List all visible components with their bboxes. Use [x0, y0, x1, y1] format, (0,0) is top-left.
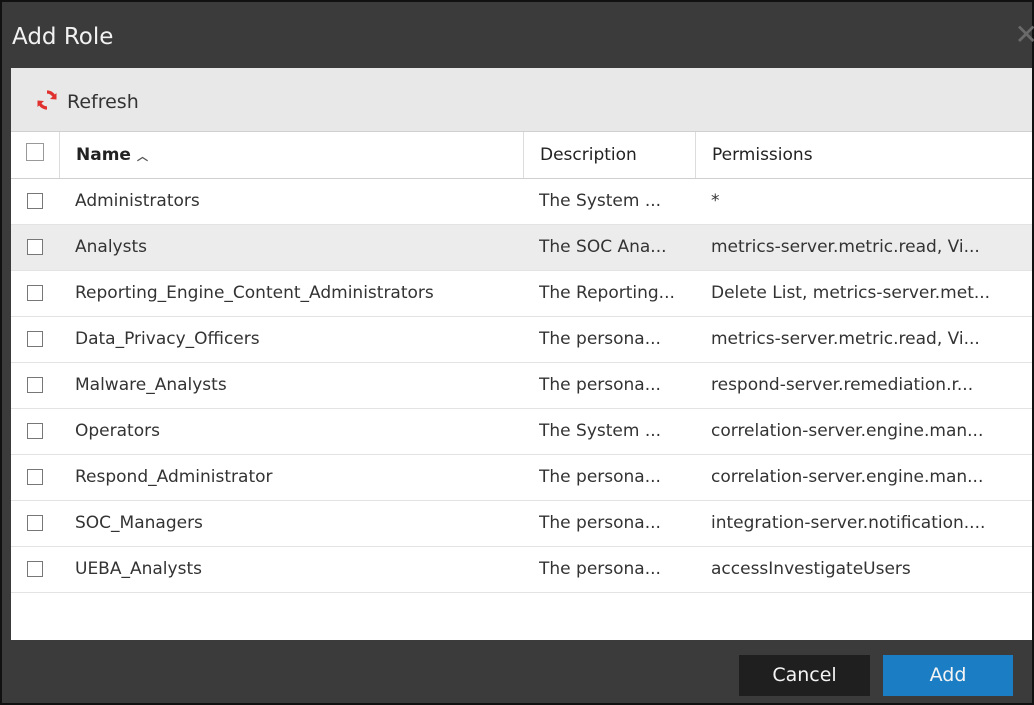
role-description: The System ...	[539, 421, 662, 441]
add-button[interactable]: Add	[883, 655, 1013, 696]
column-header-permissions[interactable]: Permissions	[695, 132, 1032, 178]
role-name: Operators	[75, 421, 160, 441]
table-row[interactable]: UEBA_Analysts The persona... accessInvesti…	[11, 547, 1032, 593]
role-permissions: correlation-server.engine.man...	[711, 421, 984, 441]
role-name: Data_Privacy_Officers	[75, 329, 260, 349]
row-checkbox[interactable]	[27, 377, 43, 393]
add-role-dialog: Add Role ✕ Refresh Name ︿ Description Pe…	[0, 0, 1034, 705]
role-name: Malware_Analysts	[75, 375, 227, 395]
role-description: The persona...	[539, 329, 661, 349]
role-name: Analysts	[75, 237, 147, 257]
role-name: UEBA_Analysts	[75, 559, 202, 579]
role-description: The persona...	[539, 467, 661, 487]
role-permissions: accessInvestigateUsers	[711, 559, 911, 579]
role-description: The SOC Ana...	[539, 237, 667, 257]
dialog-titlebar: Add Role ✕	[2, 2, 1034, 68]
role-permissions: metrics-server.metric.read, Vi...	[711, 329, 980, 349]
row-checkbox[interactable]	[27, 193, 43, 209]
column-header-description[interactable]: Description	[523, 132, 695, 178]
table-row[interactable]: Administrators The System ... *	[11, 179, 1032, 225]
role-permissions: Delete List, metrics-server.met...	[711, 283, 991, 303]
close-icon[interactable]: ✕	[1015, 18, 1034, 51]
role-name: Respond_Administrator	[75, 467, 273, 487]
refresh-icon	[35, 88, 59, 116]
sort-ascending-icon: ︿	[136, 150, 148, 163]
row-checkbox[interactable]	[27, 561, 43, 577]
row-checkbox[interactable]	[27, 423, 43, 439]
select-all-checkbox[interactable]	[26, 143, 44, 161]
role-name: Administrators	[75, 191, 200, 211]
role-name: Reporting_Engine_Content_Administrators	[75, 283, 434, 303]
role-description: The persona...	[539, 559, 661, 579]
table-body: Administrators The System ... * Analysts The…	[11, 179, 1032, 593]
dialog-title: Add Role	[12, 24, 114, 50]
table-row[interactable]: Malware_Analysts The persona... respond-se…	[11, 363, 1032, 409]
refresh-button[interactable]: Refresh	[35, 88, 139, 116]
roles-table: Name ︿ Description Permissions Administra…	[11, 132, 1032, 593]
cancel-button[interactable]: Cancel	[739, 655, 870, 696]
table-row[interactable]: Data_Privacy_Officers The persona... metri…	[11, 317, 1032, 363]
row-checkbox[interactable]	[27, 285, 43, 301]
dialog-footer: Cancel Add	[2, 640, 1032, 703]
role-permissions: respond-server.remediation.r...	[711, 375, 974, 395]
refresh-label: Refresh	[67, 91, 139, 113]
row-checkbox[interactable]	[27, 331, 43, 347]
column-header-name[interactable]: Name ︿	[59, 132, 523, 178]
role-description: The persona...	[539, 375, 661, 395]
table-row[interactable]: Respond_Administrator The persona... corre…	[11, 455, 1032, 501]
table-row[interactable]: Operators The System ... correlation-serve…	[11, 409, 1032, 455]
table-row[interactable]: SOC_Managers The persona... integration-se…	[11, 501, 1032, 547]
role-permissions: correlation-server.engine.man...	[711, 467, 984, 487]
row-checkbox[interactable]	[27, 515, 43, 531]
dialog-body: Refresh Name ︿ Description Permissions Ad…	[11, 68, 1032, 640]
role-permissions: metrics-server.metric.read, Vi...	[711, 237, 980, 257]
role-description: The System ...	[539, 191, 662, 211]
role-name: SOC_Managers	[75, 513, 203, 533]
role-description: The persona...	[539, 513, 661, 533]
table-header: Name ︿ Description Permissions	[11, 132, 1032, 179]
row-checkbox[interactable]	[27, 239, 43, 255]
toolbar: Refresh	[11, 68, 1032, 132]
table-row[interactable]: Reporting_Engine_Content_Administrators T…	[11, 271, 1032, 317]
role-permissions: *	[711, 191, 720, 211]
row-checkbox[interactable]	[27, 469, 43, 485]
role-description: The Reporting...	[539, 283, 675, 303]
table-row[interactable]: Analysts The SOC Ana... metrics-server.met…	[11, 225, 1032, 271]
role-permissions: integration-server.notification....	[711, 513, 986, 533]
column-name-label: Name	[76, 145, 131, 165]
